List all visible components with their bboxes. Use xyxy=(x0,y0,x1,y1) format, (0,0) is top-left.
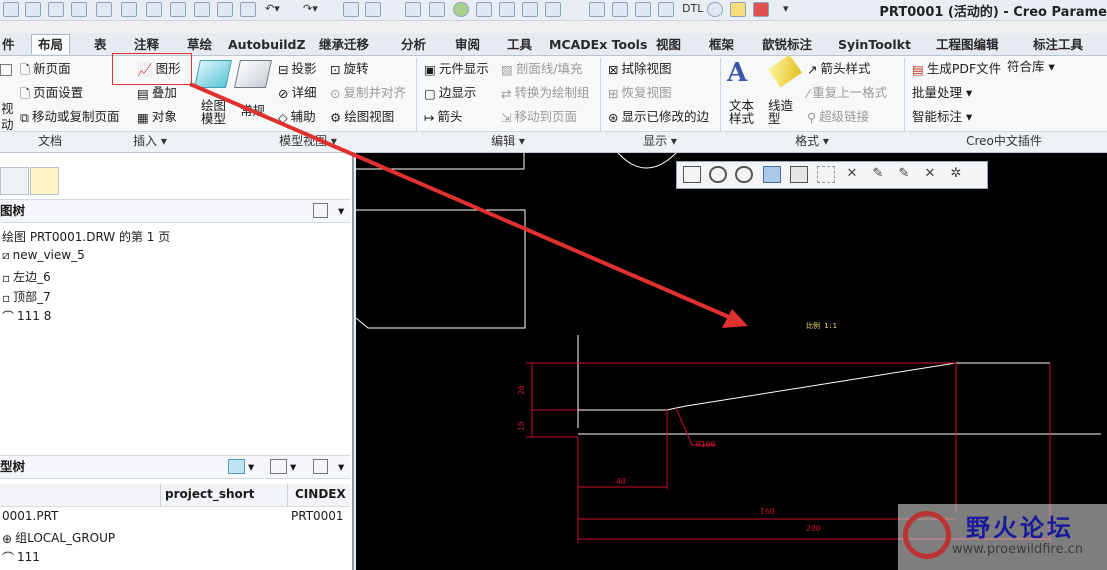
forum-logo xyxy=(903,511,951,559)
watermark-title: 野火论坛 xyxy=(966,514,1074,542)
annotation-arrow xyxy=(189,82,748,328)
watermark-url: www.proewildfire.cn xyxy=(952,542,1083,557)
